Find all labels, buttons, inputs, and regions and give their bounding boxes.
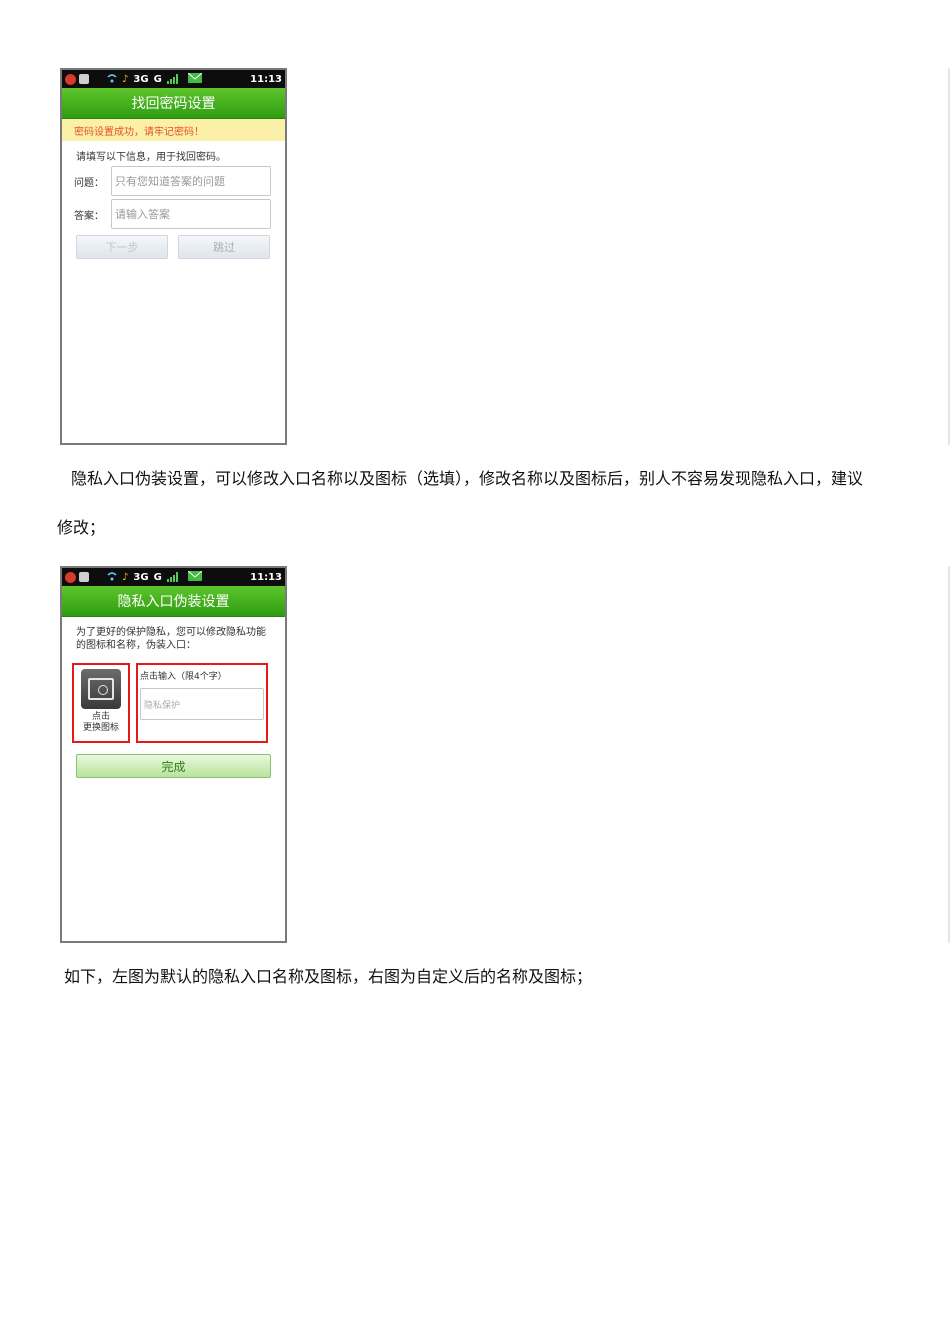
screen-title: 找回密码设置 <box>62 88 285 119</box>
form-intro: 请填写以下信息，用于找回密码。 <box>76 152 226 163</box>
gsm-label: G <box>153 73 162 85</box>
phone-screenshot-recover-password: ♪ 3G G 11:13 找回密码设置 密码设置成功，请牢记密码！ 请填写以下信… <box>60 68 287 445</box>
paragraph-line: 修改； <box>57 518 106 537</box>
screen-title: 隐私入口伪装设置 <box>62 586 285 617</box>
skip-button[interactable]: 跳过 <box>178 235 270 259</box>
wifi-icon <box>107 571 117 584</box>
mail-icon <box>187 570 203 584</box>
status-bar: ♪ 3G G 11:13 <box>62 568 285 586</box>
network-3g-label: 3G <box>133 571 149 583</box>
icon-caption-line: 更换图标 <box>82 723 119 733</box>
disguise-intro: 为了更好的保护隐私，您可以修改隐私功能的图标和名称，伪装入口： <box>76 627 266 651</box>
phone-screenshot-privacy-disguise: ♪ 3G G 11:13 隐私入口伪装设置 为了更好的保护隐私，您可以修改隐私功… <box>60 566 287 943</box>
signal-icon <box>166 572 183 582</box>
music-icon: ♪ <box>122 73 129 85</box>
icon-caption-line: 点击 <box>91 712 110 722</box>
safe-icon <box>81 669 121 709</box>
entry-name-input[interactable]: 隐私保护 <box>140 688 264 720</box>
wifi-icon <box>107 73 117 86</box>
question-label: 问题： <box>74 177 104 189</box>
next-button[interactable]: 下一步 <box>76 235 168 259</box>
done-button[interactable]: 完成 <box>76 754 271 778</box>
icon-caption: 点击 更换图标 <box>83 712 119 734</box>
notification-icon <box>65 73 76 85</box>
signal-icon <box>166 74 183 84</box>
question-row: 问题： 只有您知道答案的问题 <box>62 166 285 196</box>
network-3g-label: 3G <box>133 73 149 85</box>
gsm-label: G <box>153 571 162 583</box>
notification-icon <box>65 571 76 583</box>
music-icon: ♪ <box>122 571 129 583</box>
entry-name-area: 点击输入（限4个字） 隐私保护 <box>136 663 268 743</box>
question-input[interactable]: 只有您知道答案的问题 <box>111 166 271 196</box>
status-time: 11:13 <box>250 571 282 583</box>
answer-input[interactable]: 请输入答案 <box>111 199 271 229</box>
change-icon-area[interactable]: 点击 更换图标 <box>72 663 130 743</box>
android-icon <box>79 74 89 84</box>
status-time: 11:13 <box>250 73 282 85</box>
name-hint: 点击输入（限4个字） <box>140 672 227 682</box>
answer-label: 答案： <box>74 210 104 222</box>
answer-row: 答案： 请输入答案 <box>62 199 285 229</box>
mail-icon <box>187 72 203 86</box>
success-notice: 密码设置成功，请牢记密码！ <box>62 119 285 141</box>
disguise-options: 点击 更换图标 点击输入（限4个字） 隐私保护 <box>62 663 285 743</box>
android-icon <box>79 572 89 582</box>
button-row: 下一步 跳过 <box>62 235 285 259</box>
paragraph-line: 隐私入口伪装设置，可以修改入口名称以及图标（选填），修改名称以及图标后，别人不容… <box>71 469 864 488</box>
paragraph-line: 如下，左图为默认的隐私入口名称及图标，右图为自定义后的名称及图标； <box>64 967 593 986</box>
status-bar: ♪ 3G G 11:13 <box>62 70 285 88</box>
